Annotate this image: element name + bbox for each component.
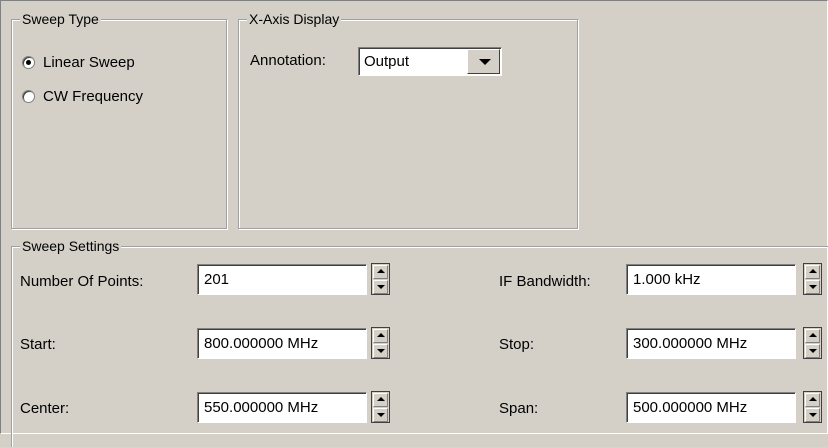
spin-down-button[interactable] xyxy=(805,344,820,358)
linear-sweep-label: Linear Sweep xyxy=(43,54,135,71)
start-value: 800.000000 MHz xyxy=(204,335,319,352)
center-input[interactable]: 550.000000 MHz xyxy=(197,392,367,423)
spin-up-button[interactable] xyxy=(373,265,388,279)
x-axis-display-title: X-Axis Display xyxy=(247,10,342,28)
spin-down-button[interactable] xyxy=(805,280,820,294)
cw-frequency-label: CW Frequency xyxy=(43,88,144,105)
arrow-up-icon xyxy=(809,397,817,401)
if-bandwidth-label: IF Bandwidth: xyxy=(499,273,591,290)
center-value: 550.000000 MHz xyxy=(204,399,319,416)
spin-down-button[interactable] xyxy=(805,408,820,422)
chevron-down-icon xyxy=(479,59,491,65)
sweep-settings-title: Sweep Settings xyxy=(20,237,122,255)
cw-frequency-radio[interactable]: CW Frequency xyxy=(22,88,143,105)
arrow-down-icon xyxy=(809,413,817,417)
stop-input[interactable]: 300.000000 MHz xyxy=(626,328,796,359)
arrow-up-icon xyxy=(377,269,385,273)
annotation-select-value: Output xyxy=(364,53,410,70)
arrow-up-icon xyxy=(377,397,385,401)
radio-selected-icon xyxy=(22,56,35,69)
stop-value: 300.000000 MHz xyxy=(633,335,748,352)
spin-down-button[interactable] xyxy=(373,280,388,294)
span-input[interactable]: 500.000000 MHz xyxy=(626,392,796,423)
center-label: Center: xyxy=(20,400,70,417)
arrow-down-icon xyxy=(377,285,385,289)
arrow-up-icon xyxy=(809,333,817,337)
if-bandwidth-spinner[interactable] xyxy=(803,263,822,295)
arrow-down-icon xyxy=(377,413,385,417)
start-spinner[interactable] xyxy=(371,327,390,359)
dropdown-button[interactable] xyxy=(467,49,500,74)
stop-label: Stop: xyxy=(499,336,535,353)
number-of-points-label: Number Of Points: xyxy=(20,273,144,290)
number-of-points-value: 201 xyxy=(204,271,230,288)
if-bandwidth-value: 1.000 kHz xyxy=(633,271,701,288)
arrow-up-icon xyxy=(377,333,385,337)
stop-spinner[interactable] xyxy=(803,327,822,359)
center-spinner[interactable] xyxy=(371,391,390,423)
spin-up-button[interactable] xyxy=(805,393,820,407)
number-of-points-spinner[interactable] xyxy=(371,263,390,295)
arrow-down-icon xyxy=(809,349,817,353)
spin-up-button[interactable] xyxy=(805,265,820,279)
spin-down-button[interactable] xyxy=(373,344,388,358)
annotation-select[interactable]: Output xyxy=(358,47,502,76)
arrow-up-icon xyxy=(809,269,817,273)
arrow-down-icon xyxy=(377,349,385,353)
span-value: 500.000000 MHz xyxy=(633,399,748,416)
spin-up-button[interactable] xyxy=(805,329,820,343)
spin-up-button[interactable] xyxy=(373,329,388,343)
start-label: Start: xyxy=(20,336,56,353)
spin-up-button[interactable] xyxy=(373,393,388,407)
number-of-points-input[interactable]: 201 xyxy=(197,264,367,295)
if-bandwidth-input[interactable]: 1.000 kHz xyxy=(626,264,796,295)
annotation-label: Annotation: xyxy=(250,52,326,69)
sweep-type-group: Sweep Type Linear Sweep CW Frequency xyxy=(11,10,227,229)
spin-down-button[interactable] xyxy=(373,408,388,422)
span-spinner[interactable] xyxy=(803,391,822,423)
span-label: Span: xyxy=(499,400,539,417)
linear-sweep-radio[interactable]: Linear Sweep xyxy=(22,54,135,71)
arrow-down-icon xyxy=(809,285,817,289)
start-input[interactable]: 800.000000 MHz xyxy=(197,328,367,359)
radio-unselected-icon xyxy=(22,90,35,103)
sweep-type-title: Sweep Type xyxy=(20,10,101,28)
dialog-panel: Sweep Type Linear Sweep CW Frequency X-A… xyxy=(0,0,828,447)
